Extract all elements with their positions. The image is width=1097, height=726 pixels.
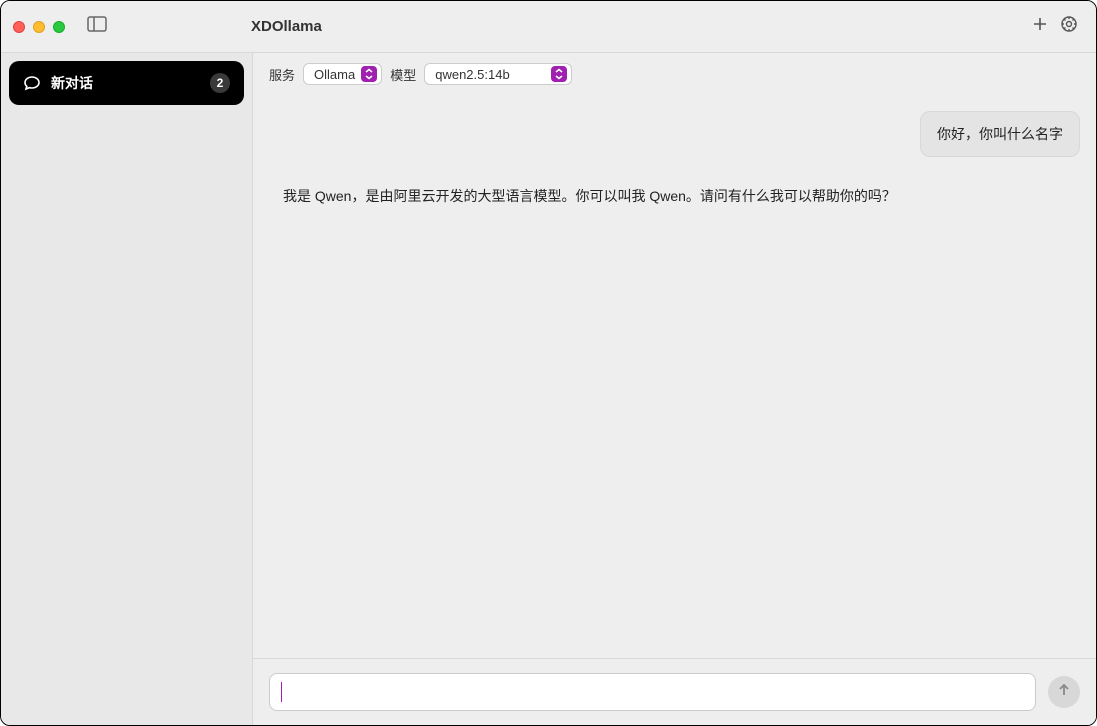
maximize-window-button[interactable] xyxy=(53,21,65,33)
assistant-message-text: 我是 Qwen，是由阿里云开发的大型语言模型。你可以叫我 Qwen。请问有什么我… xyxy=(283,185,896,207)
send-button[interactable] xyxy=(1048,676,1080,708)
message-row-user: 你好，你叫什么名字 xyxy=(269,111,1080,157)
message-input[interactable] xyxy=(269,673,1036,711)
service-label: 服务 xyxy=(269,65,295,84)
input-wrap xyxy=(269,673,1036,711)
gear-icon xyxy=(1060,15,1078,38)
body: 新对话 2 服务 Ollama 模型 xyxy=(1,53,1096,725)
chevron-updown-icon xyxy=(551,66,567,82)
chevron-updown-icon xyxy=(361,66,377,82)
model-toolbar: 服务 Ollama 模型 qwen2.5:14b xyxy=(253,53,1096,95)
model-label: 模型 xyxy=(390,65,416,84)
service-select-value: Ollama xyxy=(314,67,355,82)
model-select-value: qwen2.5:14b xyxy=(435,67,545,82)
window-title: XDOllama xyxy=(251,18,322,35)
sidebar-icon xyxy=(87,16,107,37)
settings-button[interactable] xyxy=(1054,9,1084,44)
chat-bubble-icon xyxy=(23,74,41,92)
chat-area: 你好，你叫什么名字 我是 Qwen，是由阿里云开发的大型语言模型。你可以叫我 Q… xyxy=(253,95,1096,658)
toggle-sidebar-button[interactable] xyxy=(83,12,111,41)
app-window: XDOllama xyxy=(0,0,1097,726)
arrow-up-icon xyxy=(1056,682,1072,703)
traffic-lights xyxy=(13,21,65,33)
sidebar-chat-label: 新对话 xyxy=(51,73,210,93)
user-message-bubble: 你好，你叫什么名字 xyxy=(920,111,1080,157)
sidebar-chat-badge: 2 xyxy=(210,73,230,93)
close-window-button[interactable] xyxy=(13,21,25,33)
sidebar-chat-item[interactable]: 新对话 2 xyxy=(9,61,244,105)
titlebar: XDOllama xyxy=(1,1,1096,53)
sidebar: 新对话 2 xyxy=(1,53,253,725)
model-select[interactable]: qwen2.5:14b xyxy=(424,63,572,85)
plus-icon xyxy=(1032,16,1048,37)
input-bar xyxy=(253,658,1096,725)
message-row-assistant: 我是 Qwen，是由阿里云开发的大型语言模型。你可以叫我 Qwen。请问有什么我… xyxy=(269,185,1080,207)
new-chat-button[interactable] xyxy=(1026,10,1054,43)
service-select[interactable]: Ollama xyxy=(303,63,382,85)
minimize-window-button[interactable] xyxy=(33,21,45,33)
main-panel: 服务 Ollama 模型 qwen2.5:14b xyxy=(253,53,1096,725)
